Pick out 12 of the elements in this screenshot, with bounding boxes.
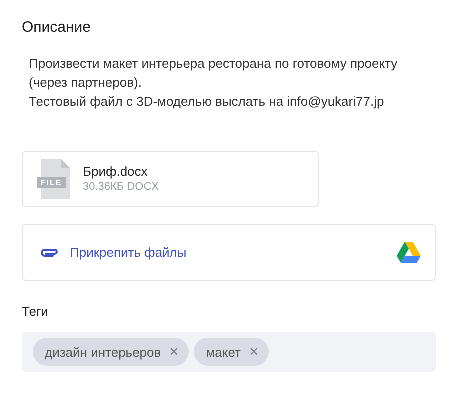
tag-label: дизайн интерьеров [45, 344, 162, 360]
description-text: Произвести макет интерьера ресторана по готовому проекту (через партнеров). [29, 55, 399, 92]
section-title: Теги [22, 303, 48, 321]
drive-icon[interactable] [397, 242, 421, 263]
paperclip-icon [40, 248, 60, 258]
file-card[interactable]: FILE Бриф.docx 30.36КБ DOCX [22, 151, 319, 207]
file-name: Бриф.docx [83, 163, 149, 180]
section-title: Описание [22, 18, 92, 38]
description-text: Тестовый файл с 3D-моделью выслать на info@yukari77.jp [29, 93, 386, 111]
attach-files-link[interactable]: Прикрепить файлы [40, 245, 187, 260]
tag-label: макет [206, 344, 241, 360]
file-meta: 30.36КБ DOCX [83, 180, 159, 195]
